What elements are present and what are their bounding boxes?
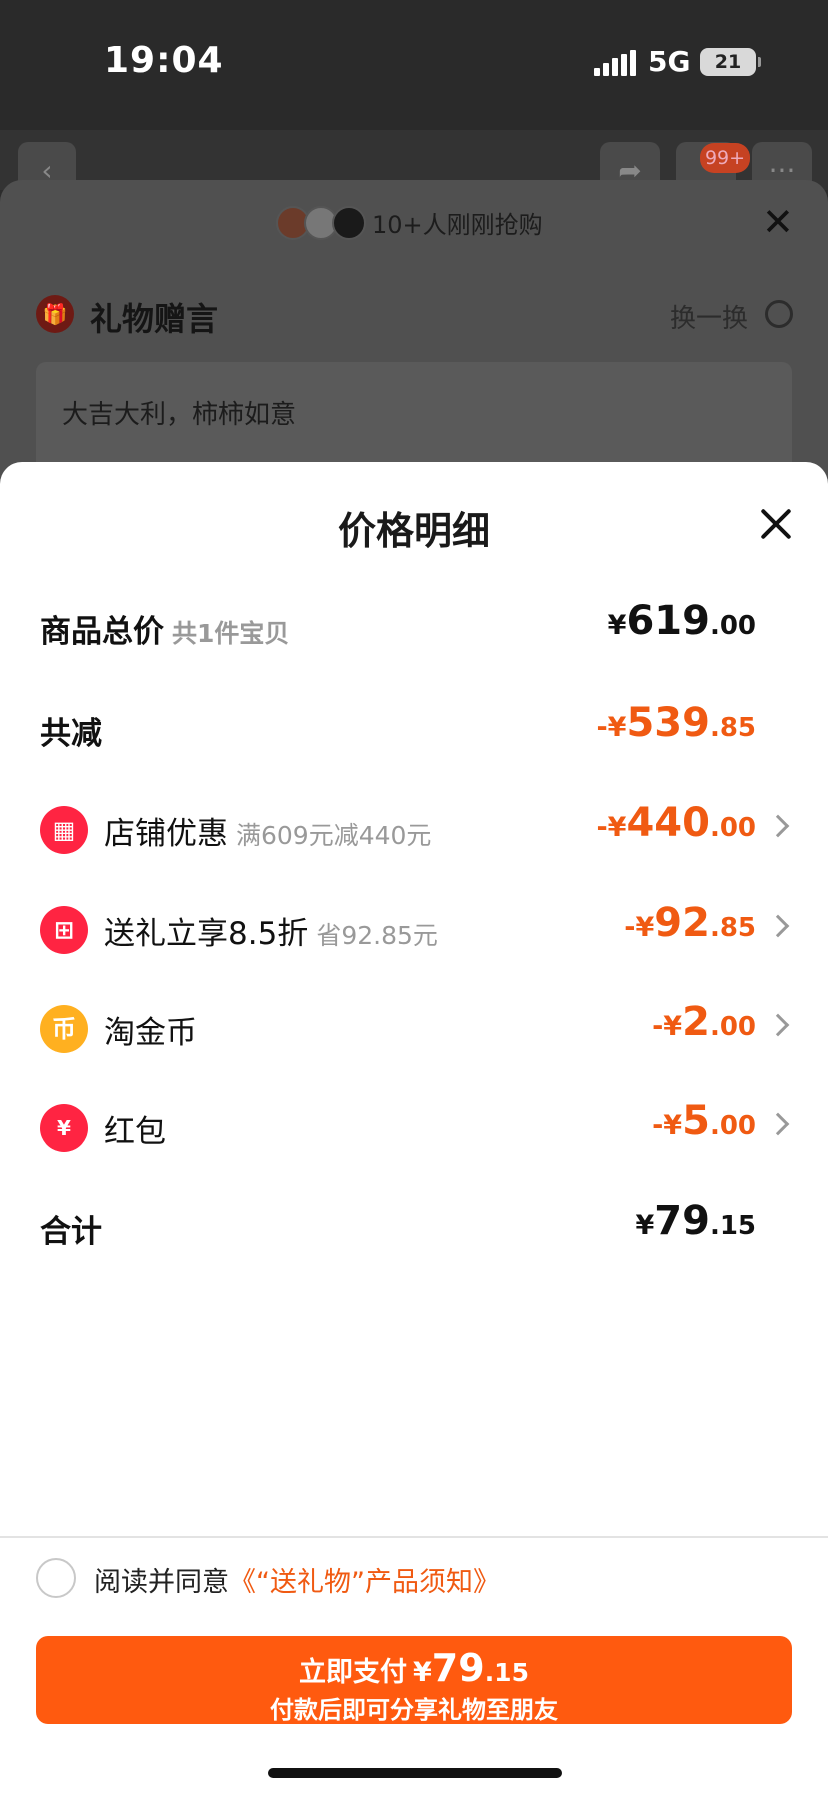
store-discount-row[interactable]: ▦ 店铺优惠 满609元减440元 -¥440.00 xyxy=(0,800,828,860)
avatar xyxy=(332,206,366,240)
store-icon: ▦ xyxy=(40,806,88,854)
coin-label: 淘金币 xyxy=(104,1015,197,1051)
agreement-text: 阅读并同意《“送礼物”产品须知》 xyxy=(94,1567,500,1598)
total-items-count: 共1件宝贝 xyxy=(172,619,290,648)
swap-button: 换一换 xyxy=(670,304,749,334)
total-price-row: 商品总价 共1件宝贝 ¥619.00 xyxy=(0,598,828,658)
close-icon[interactable] xyxy=(756,504,796,544)
sum-amount: ¥79.15 xyxy=(635,1198,756,1244)
home-indicator[interactable] xyxy=(268,1768,562,1778)
store-discount-amount: -¥440.00 xyxy=(596,800,756,846)
discount-total-amount: -¥539.85 xyxy=(596,700,756,746)
gift-discount-label: 送礼立享8.5折 省92.85元 xyxy=(104,916,438,952)
red-packet-icon: ¥ xyxy=(40,1104,88,1152)
agreement-checkbox[interactable] xyxy=(36,1558,76,1598)
store-discount-label: 店铺优惠 满609元减440元 xyxy=(104,816,432,852)
battery-icon: 21 xyxy=(700,48,756,76)
chevron-right-icon xyxy=(766,814,790,838)
agreement-link[interactable]: 《“送礼物”产品须知》 xyxy=(229,1567,500,1598)
pay-button-subtitle: 付款后即可分享礼物至朋友 xyxy=(270,1696,558,1724)
gift-message: 大吉大利，柿柿如意 xyxy=(62,400,297,430)
red-packet-amount: -¥5.00 xyxy=(652,1098,756,1144)
coin-amount: -¥2.00 xyxy=(652,999,756,1045)
pay-button-label: 立即支付 ¥79.15 xyxy=(299,1646,529,1690)
total-price-label: 商品总价 共1件宝贝 xyxy=(40,614,290,650)
sum-row: 合计 ¥79.15 xyxy=(0,1198,828,1258)
status-time: 19:04 xyxy=(104,40,224,81)
red-packet-row[interactable]: ¥ 红包 -¥5.00 xyxy=(0,1098,828,1158)
buyers-notice: 10+人刚刚抢购 xyxy=(372,211,543,239)
sum-label: 合计 xyxy=(40,1214,102,1250)
gift-icon: 🎁 xyxy=(36,295,74,333)
chevron-right-icon xyxy=(766,1112,790,1136)
gift-section-title: 礼物赠言 xyxy=(90,300,219,338)
gift-icon: ⊞ xyxy=(40,906,88,954)
total-price-amount: ¥619.00 xyxy=(607,598,756,644)
coin-row[interactable]: 币 淘金币 -¥2.00 xyxy=(0,999,828,1059)
store-discount-rule: 满609元减440元 xyxy=(236,821,432,850)
gift-discount-saving: 省92.85元 xyxy=(316,921,438,950)
discount-total-label: 共减 xyxy=(40,716,102,752)
divider xyxy=(0,1536,828,1538)
chevron-right-icon xyxy=(766,914,790,938)
gift-discount-row[interactable]: ⊞ 送礼立享8.5折 省92.85元 -¥92.85 xyxy=(0,900,828,960)
discount-total-row: 共减 -¥539.85 xyxy=(0,700,828,760)
gift-sheet-close-icon: ✕ xyxy=(762,200,794,244)
buyer-avatars xyxy=(276,206,372,242)
pay-button[interactable]: 立即支付 ¥79.15 付款后即可分享礼物至朋友 xyxy=(36,1636,792,1724)
battery-tip xyxy=(758,57,761,67)
panel-title: 价格明细 xyxy=(337,509,490,553)
network-type: 5G xyxy=(648,45,691,78)
coin-icon: 币 xyxy=(40,1005,88,1053)
chevron-right-icon xyxy=(766,1013,790,1037)
refresh-icon xyxy=(765,300,793,328)
cart-badge: 99+ xyxy=(700,143,750,173)
red-packet-label: 红包 xyxy=(104,1114,166,1150)
signal-icon xyxy=(594,50,636,76)
gift-discount-amount: -¥92.85 xyxy=(624,900,756,946)
